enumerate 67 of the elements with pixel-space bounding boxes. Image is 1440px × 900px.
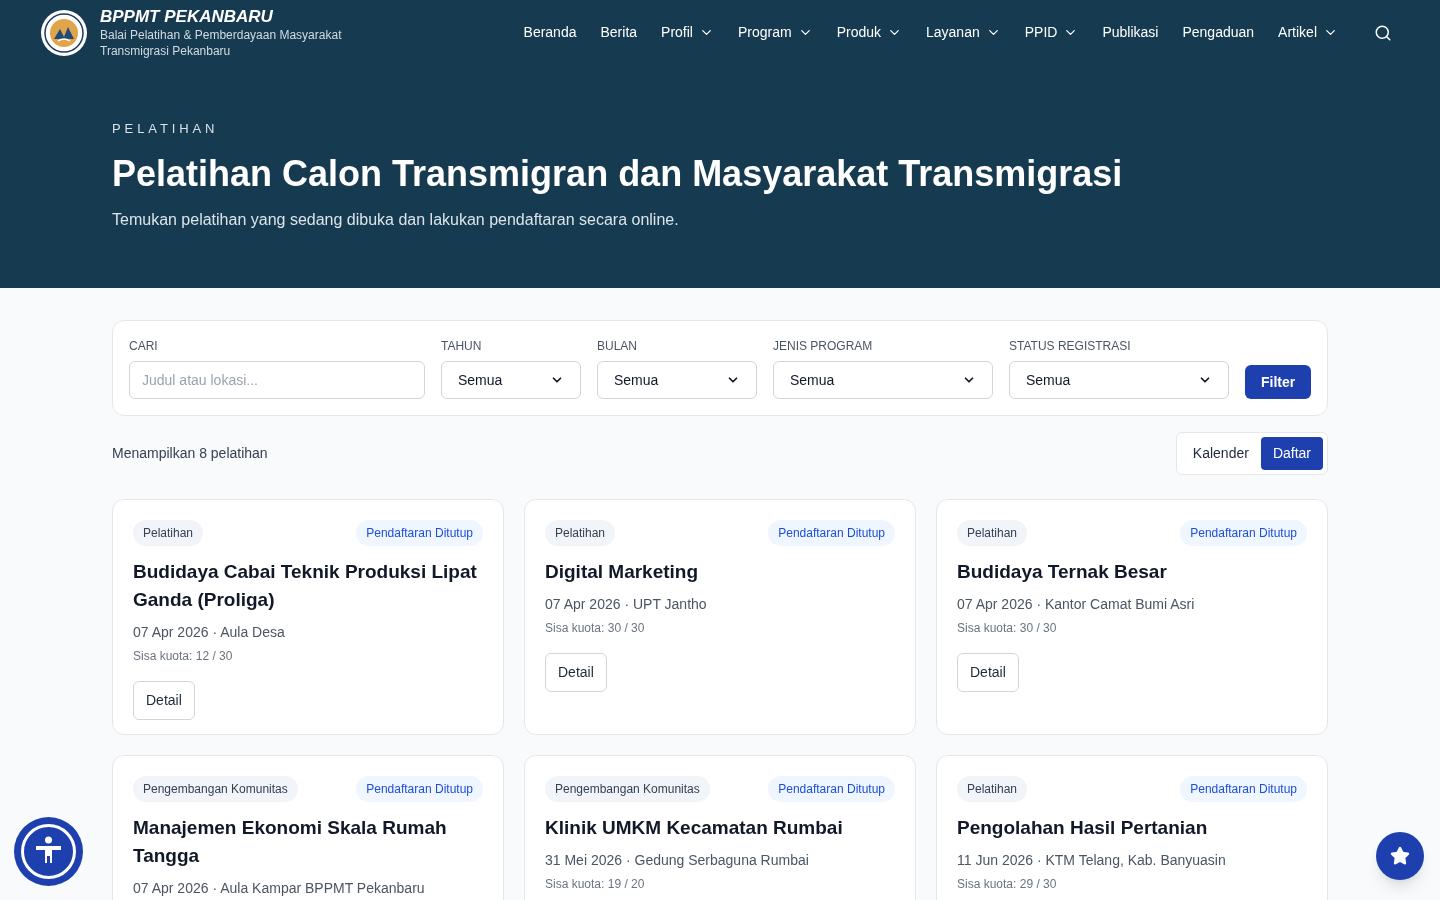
view-tab[interactable]: Daftar: [1260, 437, 1323, 470]
nav-link[interactable]: PPID: [1024, 22, 1079, 43]
card-meta: 07 Apr 2026 · Aula Desa: [133, 623, 285, 642]
status-tag: Pendaftaran Ditutup: [768, 520, 895, 546]
nav-link[interactable]: Program: [737, 22, 813, 43]
card-title: Manajemen Ekonomi Skala Rumah Tangga: [133, 816, 448, 868]
status-tag: Pendaftaran Ditutup: [356, 776, 483, 802]
logo-icon: [40, 8, 88, 57]
status-tag: Pendaftaran Ditutup: [356, 520, 483, 546]
field-label: STATUS REGISTRASI: [1009, 338, 1132, 355]
nav-link[interactable]: Produk: [836, 22, 902, 43]
category-tag: Pelatihan: [133, 520, 204, 546]
accessibility-icon: [20, 823, 77, 880]
nav-link[interactable]: Profil: [661, 22, 714, 43]
brand-subtitle: Transmigrasi Pekanbaru: [100, 42, 232, 59]
category-tag: Pengembangan Komunitas: [545, 776, 710, 802]
field-label: BULAN: [597, 338, 638, 355]
card-title: Budidaya Ternak Besar: [957, 560, 1167, 584]
select-field[interactable]: Semua: [441, 361, 581, 399]
quota-text: Sisa kuota: 30 / 30: [545, 620, 645, 637]
category-tag: Pelatihan: [957, 776, 1028, 802]
page-subtitle: Temukan pelatihan yang sedang dibuka dan lakukan pendaftaran secara online.: [112, 209, 680, 230]
search-field[interactable]: Judul atau lokasi...: [129, 361, 425, 399]
quota-text: Sisa kuota: 12 / 30: [133, 648, 233, 665]
card-meta: 07 Apr 2026 · UPT Jantho: [545, 595, 707, 614]
detail-button[interactable]: Detail: [545, 653, 607, 692]
page-title: Pelatihan Calon Transmigran dan Masyarakat Transmigrasi: [112, 151, 1124, 196]
card-meta: 31 Mei 2026 · Gedung Serbaguna Rumbai: [545, 851, 809, 870]
nav-link[interactable]: Publikasi: [1102, 22, 1159, 43]
card-title: Digital Marketing: [545, 560, 699, 584]
status-tag: Pendaftaran Ditutup: [1180, 776, 1307, 802]
brand-subtitle: Balai Pelatihan & Pemberdayaan Masyarakat: [100, 26, 342, 43]
card-title: Pengolahan Hasil Pertanian: [957, 816, 1208, 840]
view-tab[interactable]: Kalender: [1180, 437, 1261, 470]
status-tag: Pendaftaran Ditutup: [768, 776, 895, 802]
filter-button[interactable]: Filter: [1245, 365, 1312, 399]
detail-button[interactable]: Detail: [133, 681, 195, 720]
select-field[interactable]: Semua: [1009, 361, 1229, 399]
field-label: CARI: [129, 338, 159, 355]
nav-link[interactable]: Pengaduan: [1182, 22, 1255, 43]
favorite-button[interactable]: [1376, 832, 1424, 880]
brand-title: BPPMT PEKANBARU: [100, 6, 274, 27]
select-field[interactable]: Semua: [773, 361, 993, 399]
search-icon[interactable]: [1374, 23, 1392, 42]
quota-text: Sisa kuota: 29 / 30: [957, 876, 1057, 893]
select-field[interactable]: Semua: [597, 361, 757, 399]
card-meta: 07 Apr 2026 · Kantor Camat Bumi Asri: [957, 595, 1195, 614]
field-label: TAHUN: [441, 338, 483, 355]
result-count: Menampilkan 8 pelatihan: [112, 444, 268, 463]
field-label: JENIS PROGRAM: [773, 338, 874, 355]
category-tag: Pelatihan: [545, 520, 616, 546]
category-tag: Pelatihan: [957, 520, 1028, 546]
nav-link[interactable]: Layanan: [926, 22, 1001, 43]
nav-link[interactable]: Beranda: [523, 22, 577, 43]
card-title: Klinik UMKM Kecamatan Rumbai: [545, 816, 843, 840]
card-meta: 11 Jun 2026 · KTM Telang, Kab. Banyuasin: [957, 851, 1226, 870]
detail-button[interactable]: Detail: [957, 653, 1019, 692]
section-eyebrow: PELATIHAN: [112, 120, 220, 138]
category-tag: Pengembangan Komunitas: [133, 776, 298, 802]
quota-text: Sisa kuota: 30 / 30: [957, 620, 1057, 637]
card-meta: 07 Apr 2026 · Aula Kampar BPPMT Pekanbaru: [133, 879, 425, 898]
nav-link[interactable]: Artikel: [1278, 22, 1338, 43]
nav-link[interactable]: Berita: [600, 22, 638, 43]
star-icon: [1390, 846, 1410, 866]
quota-text: Sisa kuota: 19 / 20: [545, 876, 645, 893]
card-title: Budidaya Cabai Teknik Produksi Lipat Ganda (Proliga): [133, 560, 478, 612]
status-tag: Pendaftaran Ditutup: [1180, 520, 1307, 546]
